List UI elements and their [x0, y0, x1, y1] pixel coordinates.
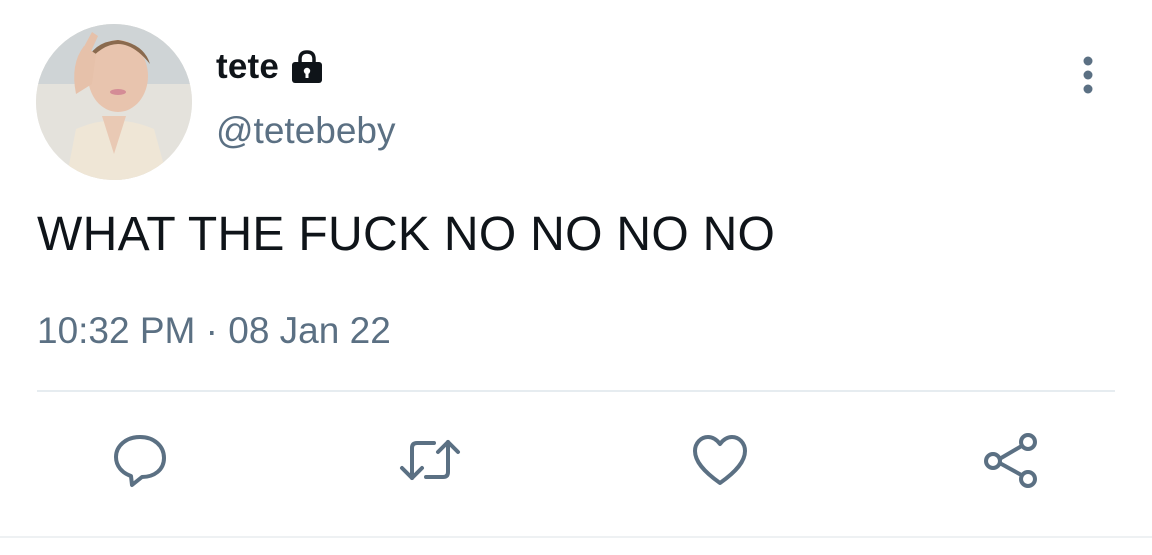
lock-icon: [289, 49, 325, 85]
share-button[interactable]: [982, 432, 1042, 492]
like-button[interactable]: [690, 432, 750, 492]
share-icon: [982, 430, 1042, 495]
avatar[interactable]: [36, 24, 192, 180]
display-name[interactable]: tete: [216, 47, 279, 87]
retweet-icon: [398, 432, 462, 493]
author-name-row: tete: [216, 44, 325, 90]
tweet-timestamp[interactable]: 10:32 PM · 08 Jan 22: [37, 310, 391, 352]
more-vertical-icon[interactable]: [1070, 52, 1106, 98]
bottom-divider: [0, 536, 1152, 538]
divider: [37, 390, 1115, 392]
reply-icon: [112, 432, 168, 493]
user-handle[interactable]: @tetebeby: [216, 110, 396, 152]
retweet-button[interactable]: [400, 432, 460, 492]
tweet-text: WHAT THE FUCK NO NO NO NO: [37, 208, 776, 261]
tweet-card: tete @tetebeby WHAT THE FUCK NO NO NO NO…: [0, 0, 1152, 555]
heart-icon: [691, 433, 749, 492]
reply-button[interactable]: [110, 432, 170, 492]
